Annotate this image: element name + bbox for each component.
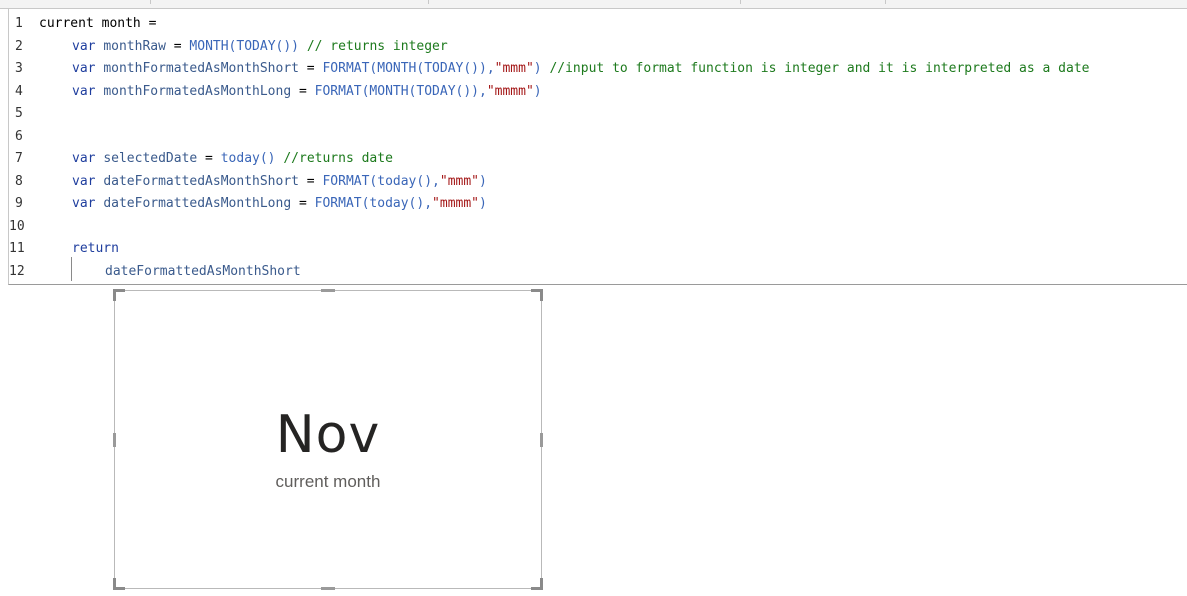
code-token: = <box>291 196 315 211</box>
resize-handle-bottom-left[interactable] <box>113 578 125 590</box>
line-number: 9 <box>15 196 23 211</box>
code-token: return <box>72 241 119 256</box>
code-token: dateFormattedAsMonthShort <box>105 263 301 279</box>
code-token: FORMAT(today(), <box>314 196 433 211</box>
code-token: var <box>72 38 96 54</box>
code-token: = <box>165 38 190 54</box>
resize-handle-top[interactable] <box>321 289 335 292</box>
code-token: ) <box>479 173 487 189</box>
code-token: monthFormatedAsMonthLong <box>103 83 292 99</box>
code-token: = <box>298 173 323 189</box>
line-number: 1 <box>15 16 23 31</box>
code-token: selectedDate <box>103 151 198 166</box>
line-number: 3 <box>15 61 23 76</box>
code-token: //returns date <box>283 151 393 166</box>
code-token: current month = <box>39 16 157 31</box>
card-visual[interactable]: Nov current month <box>113 289 543 590</box>
code-token: ) <box>479 196 487 211</box>
dax-formula-editor[interactable]: 1 2 3 4 5 6 7 8 9 10 11 12 current month = var month… <box>8 9 1187 285</box>
resize-handle-top-left[interactable] <box>113 289 125 301</box>
code-token: var <box>72 61 96 76</box>
card-value: Nov <box>275 405 381 465</box>
strip-divider <box>428 0 429 4</box>
code-token: // returns integer <box>306 38 448 54</box>
code-token: dateFormattedAsMonthShort <box>103 173 299 189</box>
code-token: = <box>298 61 323 76</box>
report-canvas: 1 2 3 4 5 6 7 8 9 10 11 12 current month = var month… <box>0 0 1187 596</box>
code-line[interactable]: var dateFormattedAsMonthLong = FORMAT(to… <box>72 193 487 215</box>
code-token: //input to format function is integer an… <box>549 61 1090 76</box>
code-token: var <box>72 173 96 189</box>
strip-divider <box>150 0 151 4</box>
code-token: FORMAT(MONTH(TODAY()), <box>322 61 495 76</box>
code-token: ) <box>533 61 542 76</box>
line-number: 10 <box>9 218 25 234</box>
card-category-label: current month <box>275 472 381 491</box>
code-token: ) <box>533 83 542 99</box>
code-token: "mmmm" <box>486 83 534 99</box>
code-token: FORMAT(today(), <box>322 173 440 189</box>
line-number: 5 <box>15 106 23 121</box>
strip-divider <box>740 0 741 4</box>
code-line[interactable]: var dateFormattedAsMonthShort = FORMAT(t… <box>72 171 487 193</box>
code-token: monthRaw <box>103 38 166 54</box>
code-token: today() <box>220 151 276 166</box>
code-token: "mmm" <box>494 61 534 76</box>
resize-handle-bottom-right[interactable] <box>531 578 543 590</box>
strip-divider <box>885 0 886 4</box>
line-number: 12 <box>9 263 25 279</box>
code-token: "mmm" <box>439 173 480 189</box>
formula-bar-top-strip <box>0 0 1187 9</box>
code-token: FORMAT(MONTH(TODAY()), <box>314 83 487 99</box>
code-token: var <box>72 151 96 166</box>
code-line[interactable]: return <box>72 238 119 260</box>
line-number: 4 <box>15 83 23 99</box>
code-line[interactable]: current month = <box>39 13 156 35</box>
line-number-gutter: 1 2 3 4 5 6 7 8 9 10 11 12 <box>9 9 39 284</box>
code-token: = <box>291 83 315 99</box>
code-line[interactable]: var monthRaw = MONTH(TODAY()) // returns… <box>72 36 448 58</box>
code-token: dateFormattedAsMonthLong <box>103 196 292 211</box>
code-token: monthFormatedAsMonthShort <box>103 61 299 76</box>
code-line[interactable]: dateFormattedAsMonthShort <box>105 261 301 283</box>
code-line[interactable]: var selectedDate = today() //returns dat… <box>72 148 393 170</box>
indent-guide <box>71 257 72 281</box>
code-token: "mmmm" <box>432 196 480 211</box>
code-token: var <box>72 83 96 99</box>
resize-handle-top-right[interactable] <box>531 289 543 301</box>
line-number: 11 <box>9 241 25 256</box>
code-line[interactable]: var monthFormatedAsMonthLong = FORMAT(MO… <box>72 81 542 103</box>
line-number: 8 <box>15 173 23 189</box>
resize-handle-bottom[interactable] <box>321 587 335 590</box>
code-line[interactable]: var monthFormatedAsMonthShort = FORMAT(M… <box>72 58 1090 80</box>
code-token: var <box>72 196 96 211</box>
line-number: 7 <box>15 151 23 166</box>
line-number: 6 <box>15 128 23 144</box>
code-token: = <box>197 151 221 166</box>
code-token: MONTH(TODAY()) <box>189 38 299 54</box>
line-number: 2 <box>15 38 23 54</box>
